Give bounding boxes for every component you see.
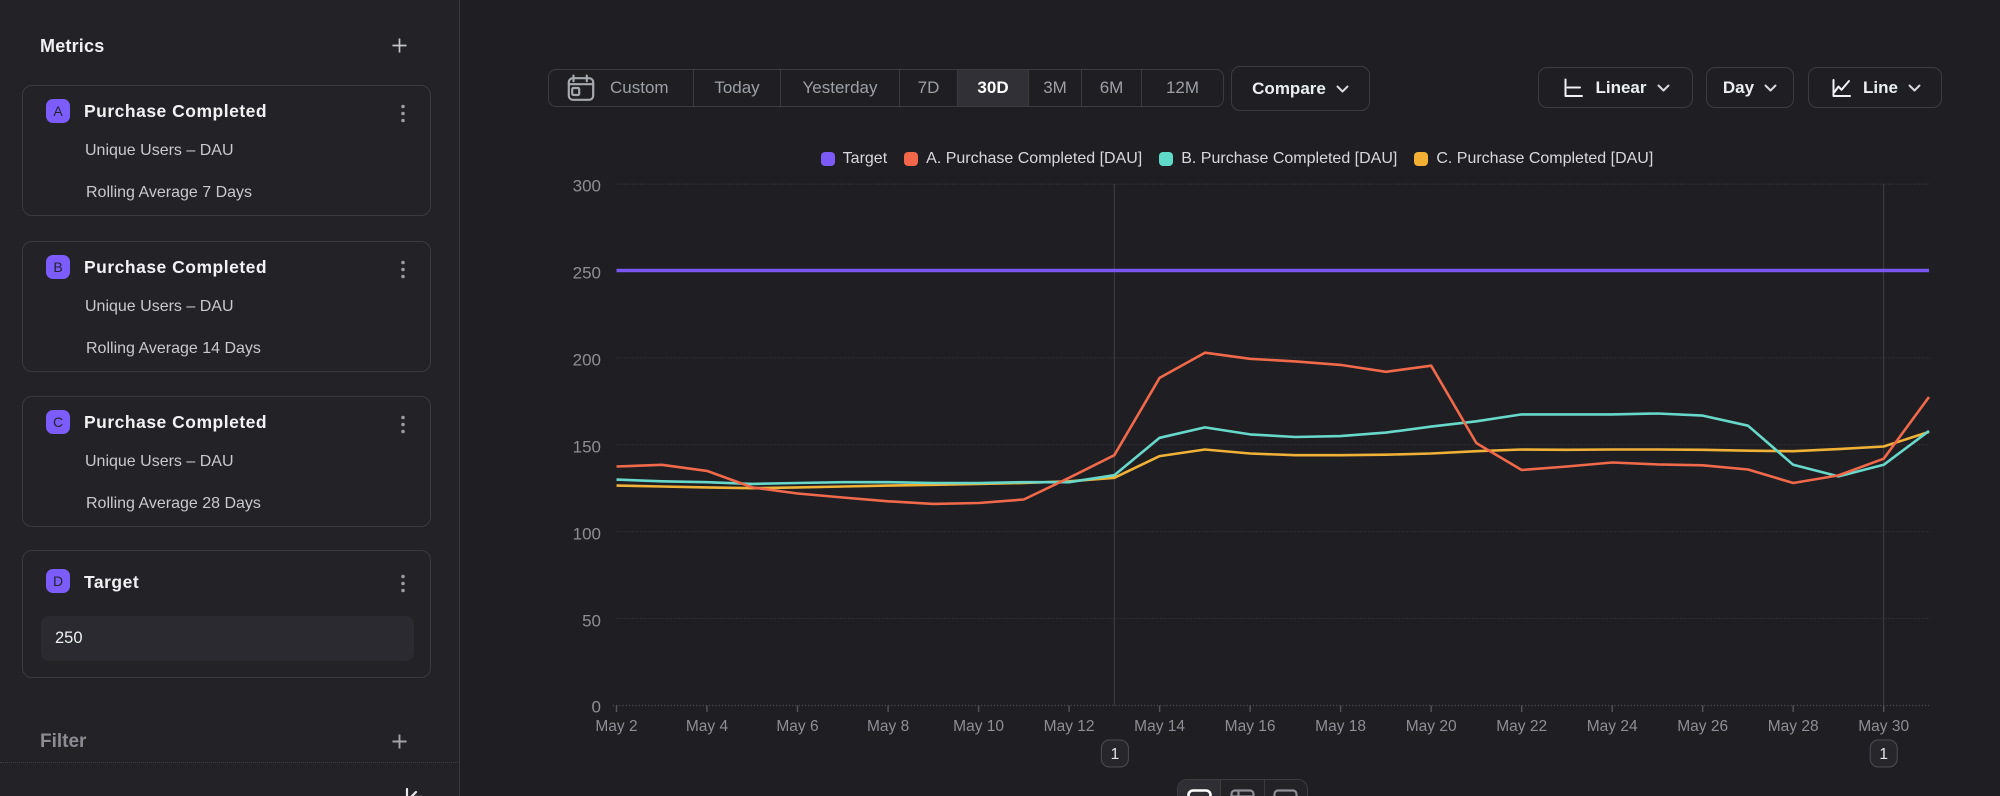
svg-text:200: 200 <box>573 351 601 370</box>
svg-text:1: 1 <box>1111 746 1120 763</box>
svg-text:150: 150 <box>573 438 601 457</box>
svg-text:1: 1 <box>1879 746 1888 763</box>
svg-text:May 4: May 4 <box>686 718 729 735</box>
svg-text:May 12: May 12 <box>1044 718 1095 735</box>
svg-text:May 6: May 6 <box>776 718 818 735</box>
svg-text:100: 100 <box>573 525 601 544</box>
svg-text:May 2: May 2 <box>595 718 637 735</box>
svg-text:May 8: May 8 <box>867 718 909 735</box>
svg-text:May 30: May 30 <box>1858 718 1909 735</box>
svg-text:250: 250 <box>573 264 601 283</box>
svg-text:50: 50 <box>582 612 601 631</box>
svg-text:May 26: May 26 <box>1677 718 1728 735</box>
svg-text:May 28: May 28 <box>1768 718 1819 735</box>
svg-text:May 22: May 22 <box>1496 718 1547 735</box>
svg-text:May 10: May 10 <box>953 718 1004 735</box>
svg-text:May 18: May 18 <box>1315 718 1366 735</box>
svg-text:May 16: May 16 <box>1225 718 1276 735</box>
svg-text:May 14: May 14 <box>1134 718 1185 735</box>
svg-text:May 24: May 24 <box>1587 718 1638 735</box>
svg-text:300: 300 <box>573 177 601 196</box>
svg-text:0: 0 <box>592 698 601 717</box>
svg-text:May 20: May 20 <box>1406 718 1457 735</box>
